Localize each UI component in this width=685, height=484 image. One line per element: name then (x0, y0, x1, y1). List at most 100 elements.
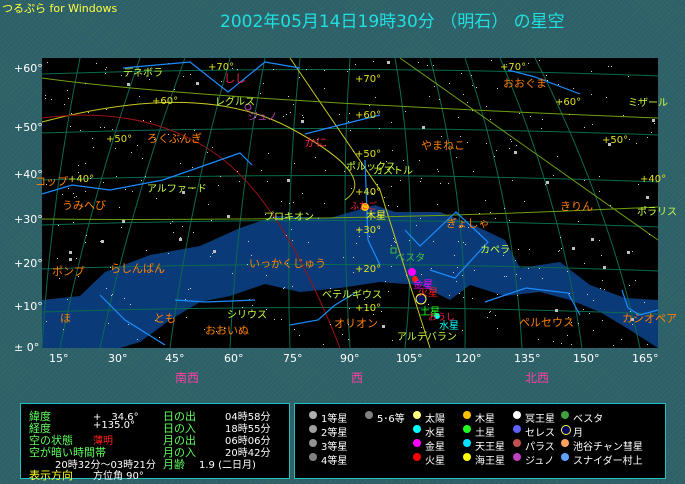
direction-west: 西 (351, 371, 364, 385)
star (121, 75, 122, 76)
star (463, 297, 464, 298)
star (384, 197, 385, 198)
grid-label: +50° (355, 149, 382, 160)
star (349, 113, 350, 114)
star (212, 253, 213, 254)
star (324, 88, 325, 89)
star (387, 61, 390, 64)
star (391, 122, 392, 123)
star (350, 130, 351, 131)
legend-item-label: 火星 (425, 456, 445, 467)
star (291, 229, 292, 230)
legend-item-label: 月 (573, 428, 583, 439)
star (186, 317, 187, 318)
legend-item-label: 5･6等 (377, 414, 405, 425)
star (105, 69, 106, 70)
star (67, 299, 68, 300)
star (74, 197, 75, 198)
grid-label: +40° (640, 174, 667, 185)
constellation-leo: しし (224, 72, 246, 85)
constellation-canis-major: おおいぬ (205, 324, 249, 337)
star (78, 165, 79, 166)
star (100, 127, 101, 128)
star (495, 218, 496, 219)
star (218, 185, 219, 186)
star (260, 93, 261, 94)
star (69, 258, 72, 261)
star (273, 69, 274, 70)
star (88, 112, 89, 113)
azimuth-tick: 165° (632, 352, 659, 365)
star (239, 181, 240, 182)
star (406, 275, 407, 276)
star (578, 323, 579, 324)
star (504, 276, 505, 277)
star (373, 314, 374, 315)
star (306, 69, 307, 70)
star (429, 96, 430, 97)
star (439, 99, 440, 100)
star (497, 328, 498, 329)
azimuth-tick: 75° (283, 352, 303, 365)
star (105, 73, 106, 74)
legend-symbol-icon (561, 425, 571, 435)
star (545, 184, 546, 185)
star (288, 96, 289, 97)
star (418, 62, 419, 63)
star (388, 205, 389, 206)
star (132, 191, 133, 192)
constellation-puppis: とも (154, 312, 176, 325)
star (292, 240, 293, 241)
star (353, 272, 354, 273)
star (323, 344, 324, 345)
star (104, 127, 105, 128)
star (528, 268, 529, 269)
mercury-label: 水星 (439, 321, 459, 332)
star (456, 157, 457, 158)
grid-label: +70° (500, 62, 527, 73)
star (301, 120, 304, 123)
star (348, 339, 349, 340)
star (571, 344, 572, 345)
star (93, 147, 94, 148)
star (172, 221, 173, 222)
direction-southwest: 南西 (175, 371, 200, 385)
star (353, 257, 354, 258)
star (512, 180, 513, 181)
star (71, 113, 72, 114)
star (593, 330, 594, 331)
star (438, 171, 439, 172)
star (553, 341, 554, 342)
star (188, 289, 189, 290)
star (593, 300, 594, 301)
star (70, 126, 71, 127)
venus-marker (408, 268, 416, 276)
legend-item-label: 池谷チャン彗星 (573, 442, 643, 453)
star (400, 180, 401, 181)
star (453, 272, 454, 273)
star (45, 98, 46, 99)
star (287, 179, 290, 182)
star (67, 90, 68, 91)
star (463, 94, 464, 95)
star (632, 251, 633, 252)
star (292, 286, 293, 287)
star (456, 281, 457, 282)
star-procyon: プロキオン (264, 212, 314, 223)
star (232, 273, 233, 274)
star (170, 223, 171, 224)
star (330, 324, 331, 325)
star (567, 335, 568, 336)
altitude-tick: +60° (14, 62, 43, 75)
star (293, 202, 294, 203)
star (85, 163, 86, 164)
star (644, 302, 645, 303)
star (227, 215, 230, 218)
grid-label: +50° (602, 135, 629, 146)
star (559, 250, 560, 251)
star (325, 170, 326, 171)
star (59, 278, 60, 279)
legend-panel: 1等星 2等星 3等星 4等星 5･6等 太陽 水星 金星 火星 木星 土星 天王星 海王星 冥王星 セレス… (294, 403, 666, 479)
star (324, 203, 325, 204)
star (592, 124, 593, 125)
